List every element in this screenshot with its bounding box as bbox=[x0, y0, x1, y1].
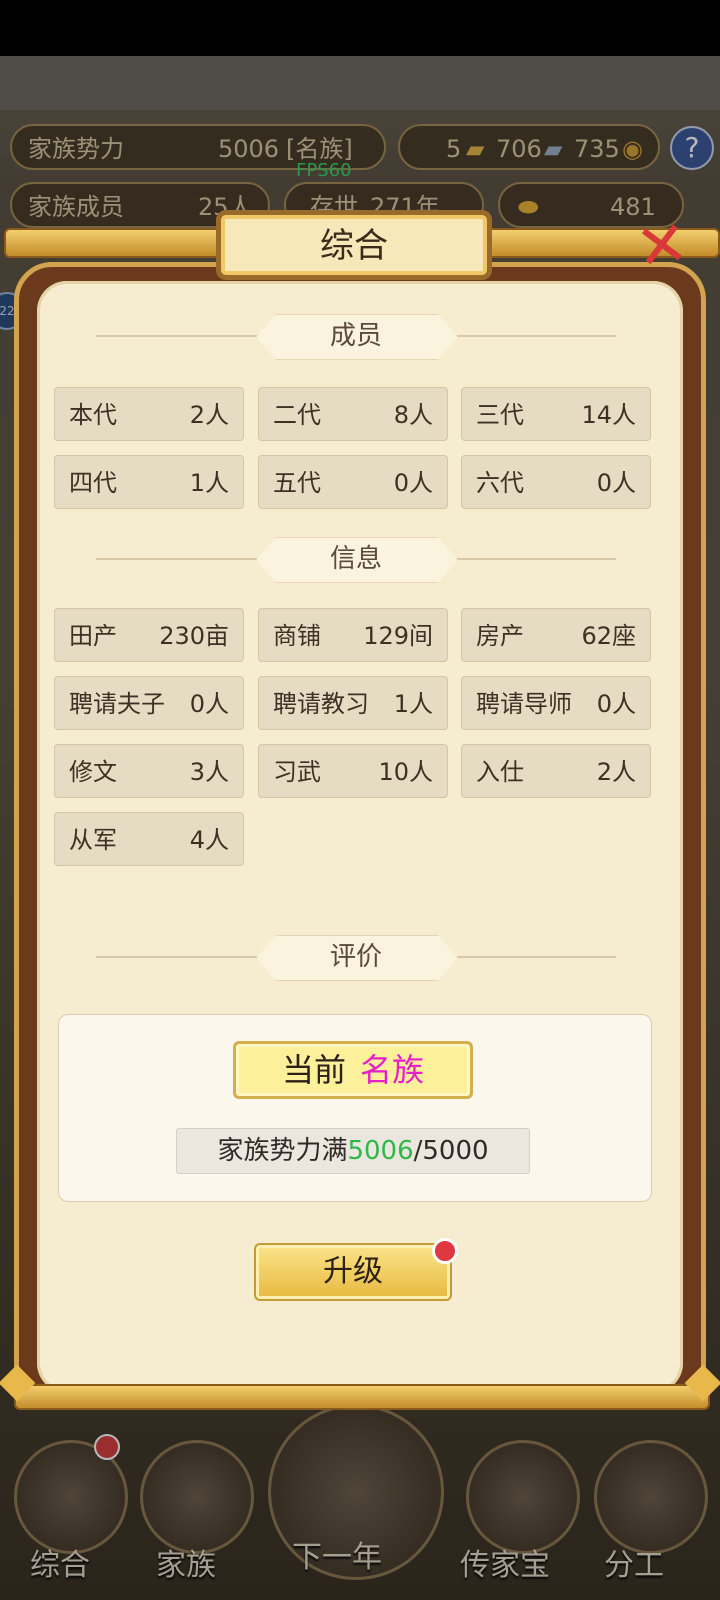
power-current: 5006 bbox=[347, 1136, 414, 1166]
stat-label: 本代 bbox=[69, 401, 117, 429]
stat-cell: 六代 0人 bbox=[461, 455, 651, 509]
stat-cell: 本代 2人 bbox=[54, 387, 244, 441]
stat-value: 0人 bbox=[393, 469, 433, 497]
stat-label: 房产 bbox=[476, 622, 524, 650]
status-bar bbox=[0, 0, 720, 56]
stat-cell: 房产 62座 bbox=[461, 608, 651, 662]
stat-label: 修文 bbox=[69, 758, 117, 786]
stat-label: 入仕 bbox=[476, 758, 524, 786]
stat-cell: 商铺 129间 bbox=[258, 608, 448, 662]
section-title-info: 信息 bbox=[329, 544, 382, 574]
stat-cell: 习武 10人 bbox=[258, 744, 448, 798]
title-plaque: 综合 bbox=[216, 210, 492, 280]
modal-bottom-rail bbox=[14, 1384, 710, 1410]
section-divider bbox=[96, 558, 266, 560]
stat-label: 田产 bbox=[69, 622, 117, 650]
stat-label: 六代 bbox=[476, 469, 524, 497]
stat-label: 四代 bbox=[69, 469, 117, 497]
stat-label: 聘请导师 bbox=[476, 690, 572, 718]
stat-value: 1人 bbox=[393, 690, 433, 718]
section-header-info: 信息 bbox=[96, 537, 616, 583]
stat-value: 8人 bbox=[393, 401, 433, 429]
stat-cell: 聘请教习 1人 bbox=[258, 676, 448, 730]
rank-prefix: 当前 bbox=[281, 1051, 346, 1089]
rank-badge: 当前 名族 bbox=[233, 1041, 473, 1099]
stat-value: 230亩 bbox=[159, 622, 229, 650]
stat-value: 10人 bbox=[378, 758, 433, 786]
stat-value: 0人 bbox=[596, 469, 636, 497]
stat-value: 14人 bbox=[581, 401, 636, 429]
stat-value: 129间 bbox=[363, 622, 433, 650]
modal-title: 综合 bbox=[320, 226, 388, 266]
section-divider bbox=[96, 335, 266, 337]
stat-label: 从军 bbox=[69, 826, 117, 854]
stat-cell: 三代 14人 bbox=[461, 387, 651, 441]
stat-cell: 聘请夫子 0人 bbox=[54, 676, 244, 730]
section-title-members: 成员 bbox=[329, 321, 382, 351]
section-divider bbox=[96, 956, 266, 958]
stat-cell: 入仕 2人 bbox=[461, 744, 651, 798]
stat-cell: 聘请导师 0人 bbox=[461, 676, 651, 730]
stat-cell: 二代 8人 bbox=[258, 387, 448, 441]
stat-value: 62座 bbox=[581, 622, 636, 650]
stat-label: 聘请夫子 bbox=[69, 690, 165, 718]
rank-name: 名族 bbox=[360, 1051, 425, 1089]
stat-value: 2人 bbox=[189, 401, 229, 429]
power-text: 家族势力满 bbox=[217, 1136, 348, 1166]
power-progress: 家族势力满5006/5000 bbox=[176, 1128, 530, 1174]
stat-label: 五代 bbox=[273, 469, 321, 497]
section-divider bbox=[446, 335, 616, 337]
section-divider bbox=[446, 558, 616, 560]
stat-value: 4人 bbox=[189, 826, 229, 854]
stat-label: 聘请教习 bbox=[273, 690, 369, 718]
stat-cell: 五代 0人 bbox=[258, 455, 448, 509]
stat-label: 习武 bbox=[273, 758, 321, 786]
stat-cell: 修文 3人 bbox=[54, 744, 244, 798]
stat-cell: 四代 1人 bbox=[54, 455, 244, 509]
power-target: /5000 bbox=[413, 1136, 489, 1166]
stat-label: 商铺 bbox=[273, 622, 321, 650]
stat-cell: 田产 230亩 bbox=[54, 608, 244, 662]
upgrade-button[interactable]: 升级 bbox=[254, 1243, 452, 1301]
stat-value: 1人 bbox=[189, 469, 229, 497]
stat-value: 2人 bbox=[596, 758, 636, 786]
section-header-eval: 评价 bbox=[96, 935, 616, 981]
notification-dot bbox=[432, 1238, 458, 1264]
close-icon[interactable]: ✕ bbox=[624, 206, 701, 286]
stat-value: 3人 bbox=[189, 758, 229, 786]
stat-label: 二代 bbox=[273, 401, 321, 429]
stat-cell: 从军 4人 bbox=[54, 812, 244, 866]
stat-value: 0人 bbox=[189, 690, 229, 718]
stat-label: 三代 bbox=[476, 401, 524, 429]
stat-value: 0人 bbox=[596, 690, 636, 718]
section-header-members: 成员 bbox=[96, 314, 616, 360]
section-divider bbox=[446, 956, 616, 958]
section-title-eval: 评价 bbox=[329, 942, 382, 972]
